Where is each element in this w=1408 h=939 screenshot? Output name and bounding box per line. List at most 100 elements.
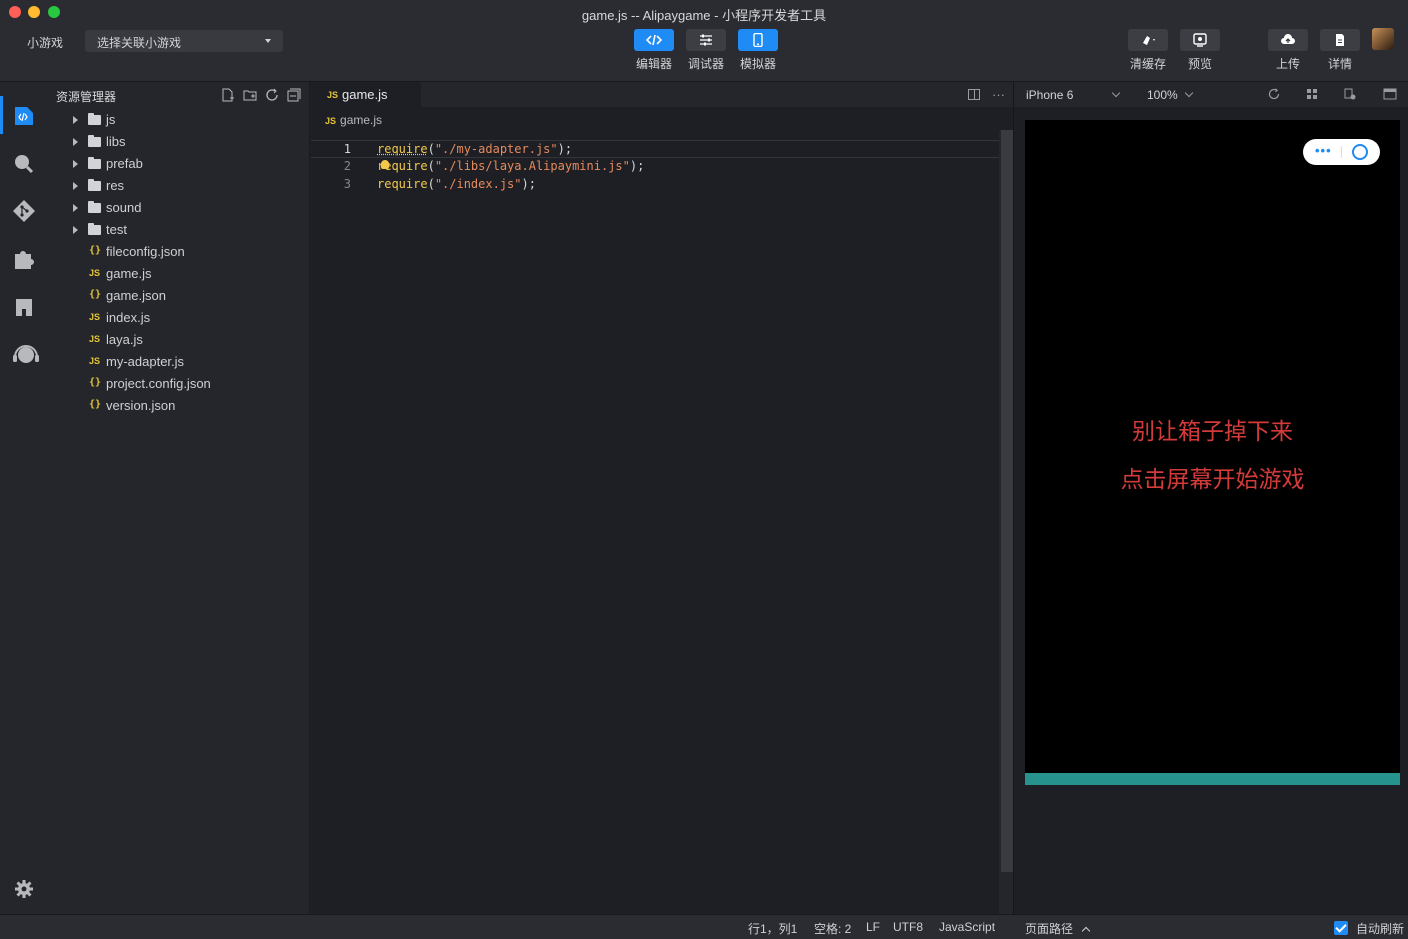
line-text: require("./index.js"); xyxy=(377,177,536,191)
split-editor-icon[interactable] xyxy=(968,89,981,100)
file-laya-js[interactable]: JS laya.js xyxy=(48,329,310,351)
project-select[interactable]: 选择关联小游戏 xyxy=(85,30,283,52)
file-version-json[interactable]: {} version.json xyxy=(48,395,310,417)
clear-cache-button[interactable] xyxy=(1128,29,1168,51)
line-text: require("./my-adapter.js"); xyxy=(377,142,573,156)
preview-button[interactable] xyxy=(1180,29,1220,51)
folder-icon xyxy=(88,201,101,213)
document-icon xyxy=(1336,34,1344,46)
preview-label: 预览 xyxy=(1187,57,1212,71)
reload-icon[interactable] xyxy=(1268,88,1280,100)
activity-extensions[interactable] xyxy=(0,233,48,279)
indentation[interactable]: 空格: 2 xyxy=(814,920,851,937)
phone-icon xyxy=(753,33,763,47)
activity-search[interactable] xyxy=(0,137,48,183)
tab-game-js[interactable]: JS game.js xyxy=(311,82,421,107)
caret-right-icon xyxy=(73,116,78,124)
toolbar: 小游戏 选择关联小游戏 编辑器 调试器 模拟器 清缓存 预览 上传 详情 xyxy=(0,24,1408,82)
more-icon[interactable]: ··· xyxy=(992,87,1005,102)
folder-icon xyxy=(88,157,101,169)
editor-label: 编辑器 xyxy=(635,57,672,71)
folder-test[interactable]: test xyxy=(48,219,310,241)
editor-button[interactable] xyxy=(634,29,674,51)
folder-js[interactable]: js xyxy=(48,109,310,131)
cursor-position[interactable]: 行1，列1 xyxy=(748,920,797,937)
folder-icon xyxy=(88,223,101,235)
file-game-js[interactable]: JS game.js xyxy=(48,263,310,285)
grid-icon[interactable] xyxy=(1306,88,1318,100)
scene-icon[interactable] xyxy=(1344,88,1356,100)
code-icon xyxy=(646,34,662,46)
simulator-label: 模拟器 xyxy=(739,57,776,71)
debugger-label: 调试器 xyxy=(687,57,724,71)
code-area[interactable]: 1 require("./my-adapter.js"); 2 require(… xyxy=(311,140,999,912)
new-folder-icon[interactable] xyxy=(243,88,257,102)
explorer-title: 资源管理器 xyxy=(56,90,117,104)
file-index-js[interactable]: JS index.js xyxy=(48,307,310,329)
activity-store[interactable] xyxy=(0,281,48,327)
new-file-icon[interactable] xyxy=(221,88,235,102)
encoding[interactable]: UTF8 xyxy=(893,920,923,934)
file-my-adapter-js[interactable]: JS my-adapter.js xyxy=(48,351,310,373)
upload-button[interactable] xyxy=(1268,29,1308,51)
explorer-actions xyxy=(221,88,301,102)
js-file-icon: JS xyxy=(89,312,101,322)
json-file-icon: {} xyxy=(89,377,102,388)
mini-program-capsule: ••• xyxy=(1303,139,1380,165)
line-ending[interactable]: LF xyxy=(866,920,880,934)
file-fileconfig-json[interactable]: {} fileconfig.json xyxy=(48,241,310,263)
caret-right-icon xyxy=(73,160,78,168)
activity-explorer[interactable] xyxy=(0,89,48,135)
line-text: require("./libs/laya.Alipaymini.js"); xyxy=(377,159,645,173)
git-icon xyxy=(13,200,35,222)
code-line: 1 require("./my-adapter.js"); xyxy=(311,140,999,158)
editor-tab-bar: JS game.js ··· xyxy=(311,82,1013,107)
folder-res[interactable]: res xyxy=(48,175,310,197)
code-line: 2 require("./libs/laya.Alipaymini.js"); xyxy=(311,158,999,176)
js-file-icon: JS xyxy=(327,90,339,100)
simulator-toolbar: iPhone 6 100% xyxy=(1014,82,1408,107)
json-file-icon: {} xyxy=(89,399,102,410)
file-project-config-json[interactable]: {} project.config.json xyxy=(48,373,310,395)
chevron-up-icon xyxy=(1081,926,1091,936)
activity-git[interactable] xyxy=(0,185,48,231)
debugger-button[interactable] xyxy=(686,29,726,51)
headset-icon xyxy=(13,345,39,363)
line-number: 2 xyxy=(343,159,351,173)
details-label: 详情 xyxy=(1327,57,1352,71)
explorer-panel: 资源管理器 js libs prefab res sound test {} fi… xyxy=(48,82,310,914)
auto-refresh-checkbox[interactable] xyxy=(1334,921,1348,935)
device-select[interactable]: iPhone 6 xyxy=(1026,88,1121,102)
refresh-icon[interactable] xyxy=(265,88,279,102)
tab-actions: ··· xyxy=(968,87,1005,102)
json-file-icon: {} xyxy=(89,245,102,256)
close-circle-icon[interactable] xyxy=(1352,144,1368,160)
page-path[interactable]: 页面路径 xyxy=(1025,920,1091,937)
details-button[interactable] xyxy=(1320,29,1360,51)
folder-icon xyxy=(88,113,101,125)
more-dots-icon[interactable]: ••• xyxy=(1315,143,1332,158)
editor-scrollbar[interactable] xyxy=(999,130,1013,914)
breadcrumb-file[interactable]: game.js xyxy=(340,113,382,127)
mode-label[interactable]: 小游戏 xyxy=(27,34,63,51)
title-bar: game.js -- Alipaygame - 小程序开发者工具 xyxy=(0,0,1408,24)
breadcrumb: JS game.js xyxy=(325,113,382,127)
folder-libs[interactable]: libs xyxy=(48,131,310,153)
collapse-all-icon[interactable] xyxy=(287,88,301,102)
game-start-hint: 点击屏幕开始游戏 xyxy=(1120,467,1305,493)
activity-settings[interactable] xyxy=(0,863,48,909)
code-file-icon xyxy=(15,107,33,125)
file-game-json[interactable]: {} game.json xyxy=(48,285,310,307)
language-mode[interactable]: JavaScript xyxy=(939,920,995,934)
folder-sound[interactable]: sound xyxy=(48,197,310,219)
simulator-button[interactable] xyxy=(738,29,778,51)
window-icon[interactable] xyxy=(1383,88,1397,100)
js-file-icon: JS xyxy=(89,356,101,366)
lightbulb-icon[interactable] xyxy=(381,160,389,169)
zoom-select[interactable]: 100% xyxy=(1147,88,1193,102)
activity-support[interactable] xyxy=(0,329,48,375)
folder-prefab[interactable]: prefab xyxy=(48,153,310,175)
scrollbar-thumb[interactable] xyxy=(1001,130,1013,872)
device-screen[interactable]: ••• 别让箱子掉下来 点击屏幕开始游戏 xyxy=(1025,120,1400,785)
avatar[interactable] xyxy=(1372,28,1394,50)
